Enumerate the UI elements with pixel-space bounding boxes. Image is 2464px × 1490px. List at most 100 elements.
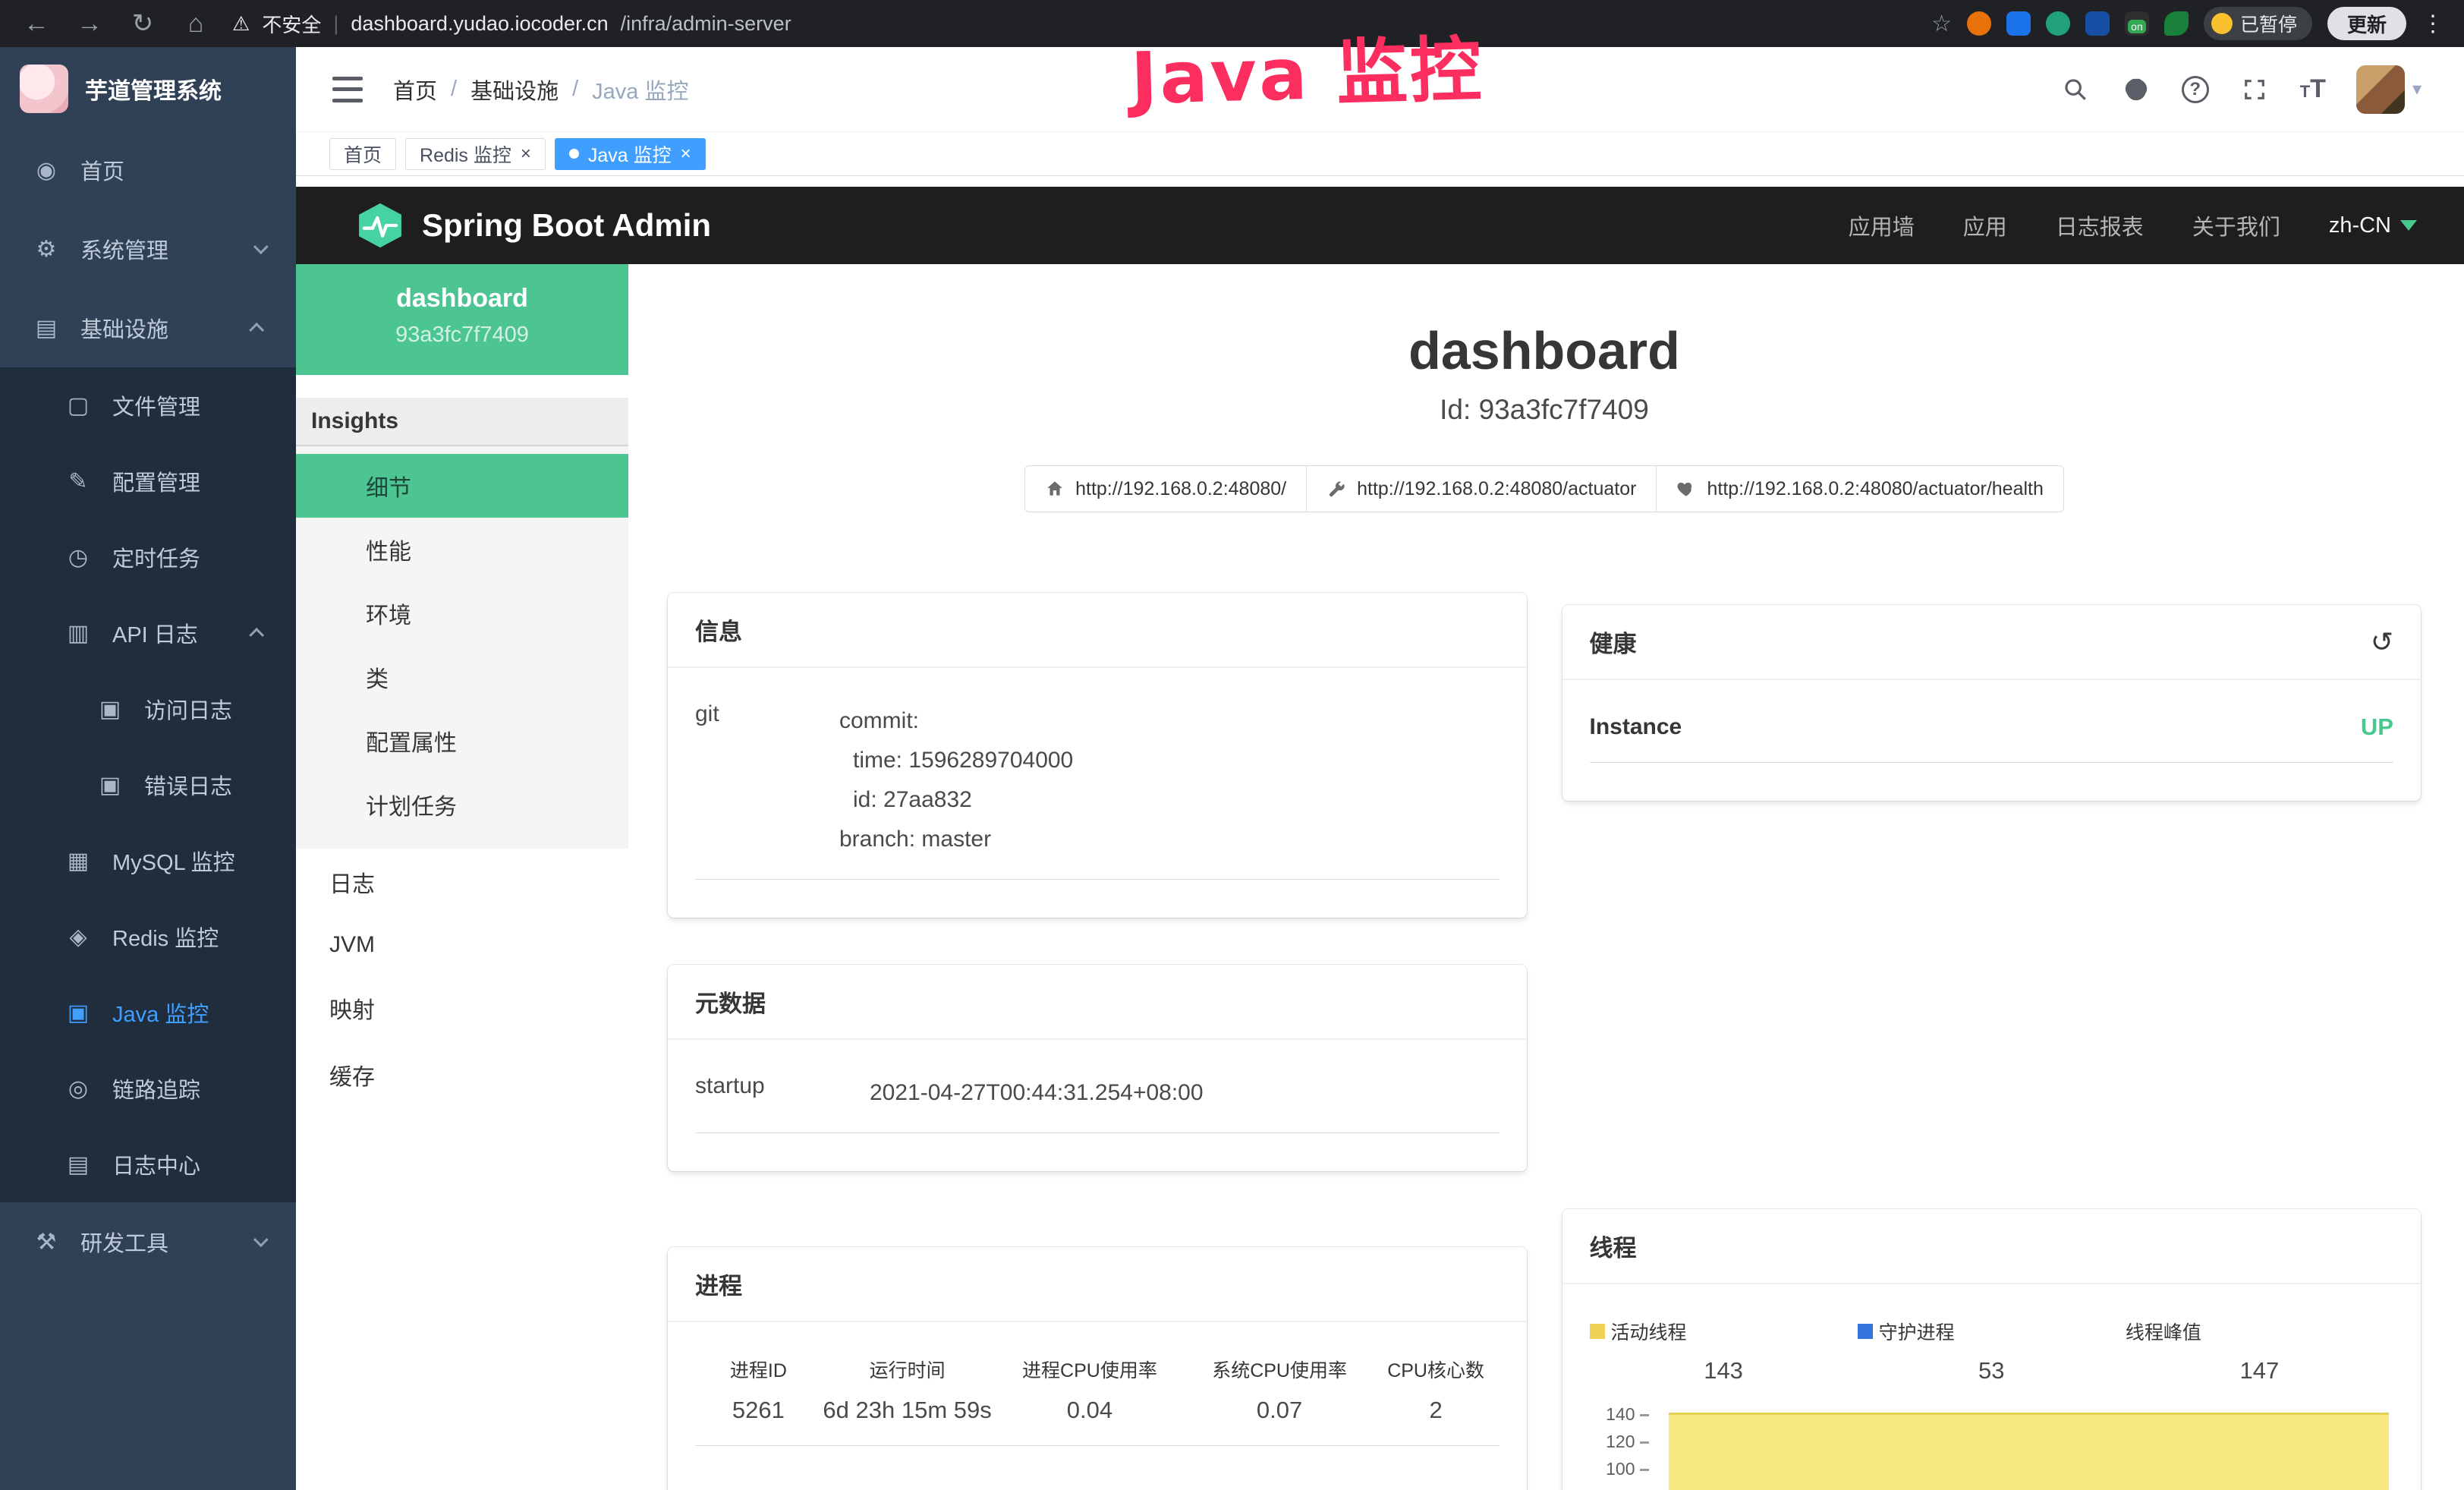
link-label: http://192.168.0.2:48080/actuator/health	[1707, 478, 2043, 500]
process-table-header: 进程ID 运行时间 进程CPU使用率 系统CPU使用率 CPU核心数	[695, 1356, 1499, 1383]
browser-reload-icon[interactable]: ↻	[126, 8, 159, 39]
browser-menu-icon[interactable]: ⋮	[2422, 11, 2444, 37]
sba-item-scheduled-tasks[interactable]: 计划任务	[296, 773, 628, 836]
sba-item-performance[interactable]: 性能	[296, 518, 628, 581]
url-path: /infra/admin-server	[621, 12, 791, 36]
sba-section-insights: Insights	[296, 398, 628, 446]
link-health[interactable]: http://192.168.0.2:48080/actuator/health	[1656, 465, 2063, 512]
sba-item-caches[interactable]: 缓存	[296, 1041, 628, 1108]
sba-item-jvm[interactable]: JVM	[296, 915, 628, 975]
paused-badge[interactable]: 已暂停	[2204, 7, 2312, 40]
sidebar-item-access-log[interactable]: ▣ 访问日志	[0, 671, 296, 747]
caret-down-icon: ▾	[2412, 78, 2422, 100]
sidebar-item-system[interactable]: ⚙ 系统管理	[0, 209, 296, 288]
sidebar-item-infra[interactable]: ▤ 基础设施	[0, 288, 296, 367]
font-size-icon[interactable]: TT	[2300, 74, 2326, 104]
sidebar-item-job[interactable]: ◷ 定时任务	[0, 519, 296, 595]
sidebar-item-home[interactable]: ◉ 首页	[0, 131, 296, 209]
sidebar-item-redis[interactable]: ◈ Redis 监控	[0, 899, 296, 975]
sba-brand[interactable]: Spring Boot Admin	[422, 207, 711, 244]
github-icon[interactable]	[2121, 74, 2151, 105]
close-icon[interactable]: ×	[681, 145, 691, 163]
sidebar-item-file[interactable]: ▢ 文件管理	[0, 367, 296, 443]
sidebar-item-devtools[interactable]: ⚒ 研发工具	[0, 1202, 296, 1281]
sba-nav-journal[interactable]: 日志报表	[2056, 209, 2144, 241]
sidebar-item-config[interactable]: ✎ 配置管理	[0, 443, 296, 519]
col-uptime: 运行时间	[822, 1356, 993, 1383]
sidebar-item-label: 文件管理	[112, 389, 200, 421]
breadcrumb-infra[interactable]: 基础设施	[470, 74, 559, 106]
live-threads-area	[1669, 1413, 2390, 1490]
browser-forward-icon[interactable]: →	[73, 9, 106, 39]
git-branch-line: branch: master	[839, 820, 1499, 859]
address-bar[interactable]: ⚠ 不安全 | dashboard.yudao.iocoder.cn/infra…	[232, 10, 791, 38]
bookmark-star-icon[interactable]: ☆	[1931, 11, 1952, 37]
eye-icon: ◎	[64, 1076, 93, 1102]
sidebar-item-label: Redis 监控	[112, 921, 219, 953]
sba-item-environment[interactable]: 环境	[296, 581, 628, 645]
extension-icon-green[interactable]	[2046, 11, 2070, 36]
extension-icon-grid[interactable]	[2085, 11, 2110, 36]
caret-down-icon	[2400, 220, 2417, 231]
col-system-cpu: 系统CPU使用率	[1186, 1356, 1372, 1383]
health-card-body: Instance UP	[1562, 680, 2422, 801]
sidebar-item-label: Java 监控	[112, 997, 209, 1029]
sba-nav-wallboard[interactable]: 应用墙	[1849, 209, 1915, 241]
extension-icon-leaf[interactable]	[2164, 11, 2189, 36]
browser-back-icon[interactable]: ←	[20, 9, 53, 39]
breadcrumb-home[interactable]: 首页	[393, 74, 437, 106]
sba-nav-applications[interactable]: 应用	[1963, 209, 2007, 241]
peak-threads-value: 147	[2126, 1357, 2393, 1384]
user-menu[interactable]: ▾	[2356, 65, 2422, 114]
val-system-cpu: 0.07	[1186, 1397, 1372, 1424]
sba-item-classes[interactable]: 类	[296, 645, 628, 709]
sidebar-item-label: 定时任务	[112, 541, 200, 573]
extension-icon-orange[interactable]	[1967, 11, 1991, 36]
threads-card-body: 活动线程 守护进程 线程峰值	[1562, 1284, 2422, 1490]
sba-item-config-props[interactable]: 配置属性	[296, 709, 628, 773]
fullscreen-icon[interactable]	[2239, 74, 2270, 105]
locale-selector[interactable]: zh-CN	[2329, 213, 2417, 238]
git-commit-line: commit:	[839, 701, 1499, 741]
edit-icon: ✎	[64, 468, 93, 495]
health-card-header: 健康 ↺	[1562, 605, 2422, 680]
sidebar-item-log-center[interactable]: ▤ 日志中心	[0, 1126, 296, 1202]
font-size-large: T	[2310, 74, 2326, 103]
sba-item-mappings[interactable]: 映射	[296, 975, 628, 1041]
threads-chart: 140 120 100	[1590, 1406, 2394, 1490]
link-actuator[interactable]: http://192.168.0.2:48080/actuator	[1306, 465, 1657, 512]
sidebar-item-label: 日志中心	[112, 1148, 200, 1180]
redis-icon: ◈	[64, 924, 93, 950]
paused-label: 已暂停	[2240, 10, 2297, 37]
link-root[interactable]: http://192.168.0.2:48080/	[1024, 465, 1307, 512]
extension-icon-proxy[interactable]: on	[2125, 11, 2149, 36]
ytick-120: 120	[1590, 1433, 1649, 1451]
sba-sidebar: dashboard 93a3fc7f7409 Insights 细节 性能 环境…	[296, 264, 628, 1490]
help-icon[interactable]: ?	[2182, 76, 2209, 103]
extension-icon-blue[interactable]	[2006, 11, 2031, 36]
browser-update-button[interactable]: 更新	[2327, 7, 2406, 40]
search-icon[interactable]	[2060, 74, 2091, 105]
tab-java[interactable]: Java 监控 ×	[555, 138, 706, 170]
sba-item-logs[interactable]: 日志	[296, 849, 628, 915]
app-title: 芋道管理系统	[85, 72, 222, 106]
health-instance-label: Instance	[1590, 714, 1682, 740]
browser-home-icon[interactable]: ⌂	[179, 9, 212, 39]
process-table-values: 5261 6d 23h 15m 59s 0.04 0.07 2	[695, 1397, 1499, 1446]
sba-nav-about[interactable]: 关于我们	[2192, 209, 2280, 241]
sba-item-details[interactable]: 细节	[296, 454, 628, 518]
sidebar-item-trace[interactable]: ◎ 链路追踪	[0, 1051, 296, 1126]
hamburger-icon[interactable]	[332, 77, 363, 102]
col-process-cpu: 进程CPU使用率	[993, 1356, 1186, 1383]
health-card: 健康 ↺ Instance UP	[1562, 605, 2422, 801]
sidebar-item-java[interactable]: ▣ Java 监控	[0, 975, 296, 1051]
history-icon[interactable]: ↺	[2371, 626, 2393, 658]
sidebar-item-error-log[interactable]: ▣ 错误日志	[0, 747, 296, 823]
sidebar-item-mysql[interactable]: ▦ MySQL 监控	[0, 823, 296, 899]
tab-redis[interactable]: Redis 监控 ×	[405, 138, 546, 170]
sidebar-item-api-log[interactable]: ▥ API 日志	[0, 595, 296, 671]
main-column: 首页 / 基础设施 / Java 监控 ?	[296, 47, 2464, 1490]
tab-home[interactable]: 首页	[329, 138, 396, 170]
close-icon[interactable]: ×	[521, 145, 531, 163]
page-title: dashboard	[668, 322, 2421, 380]
